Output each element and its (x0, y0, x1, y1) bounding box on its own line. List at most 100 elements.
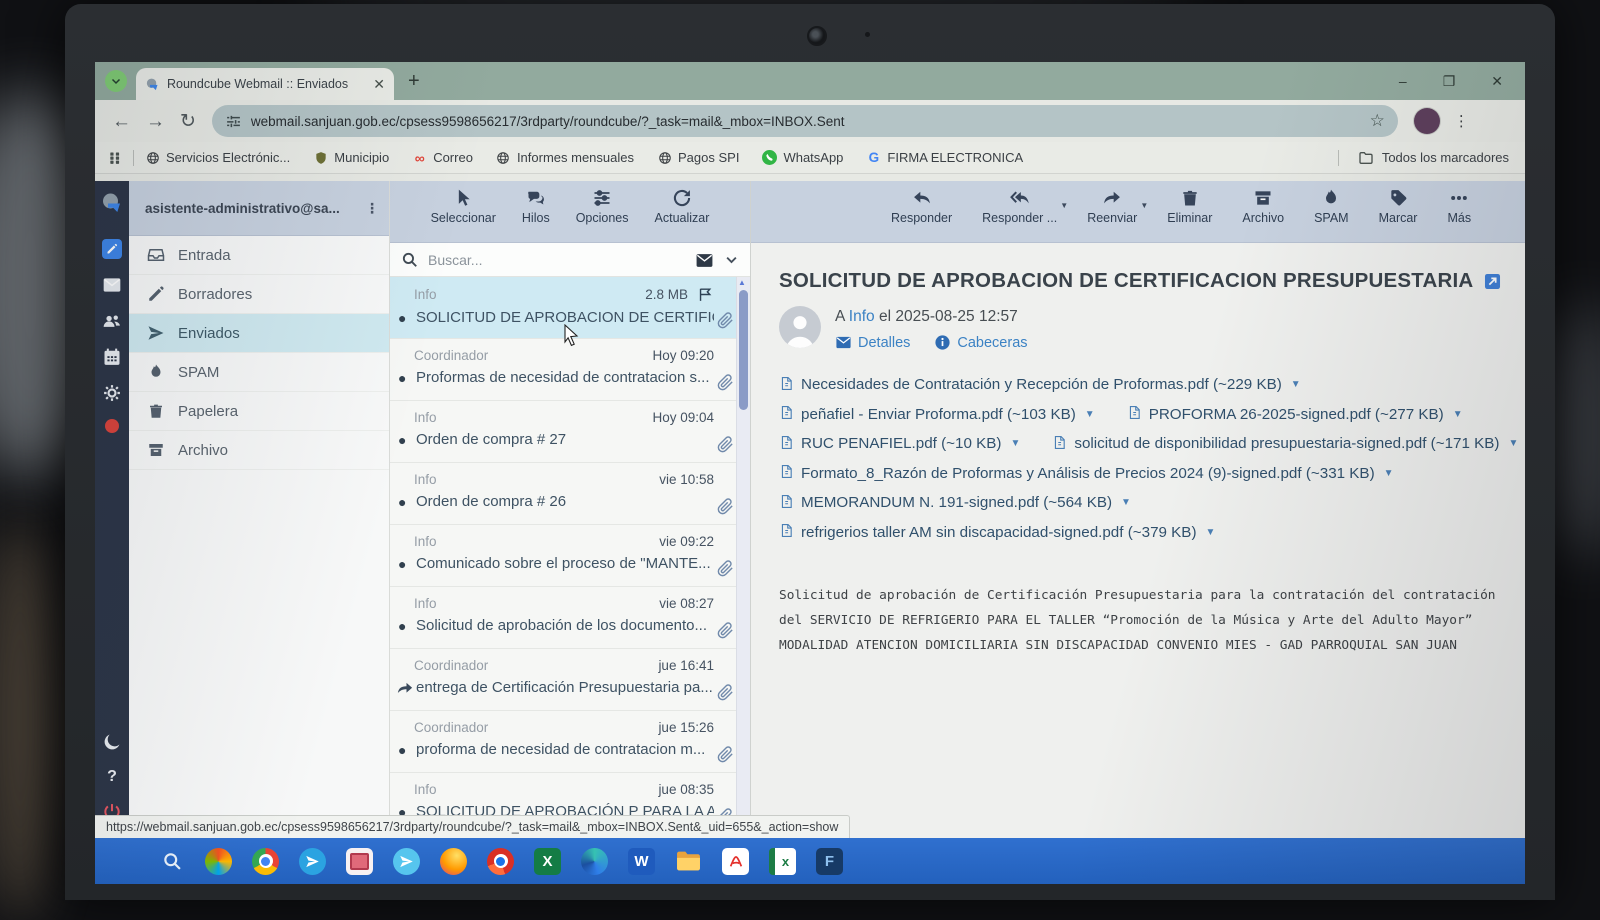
attachment-link[interactable]: RUC PENAFIEL.pdf (~10 KB)▼ (779, 435, 1020, 453)
reload-button[interactable]: ↻ (180, 112, 196, 131)
contacts-icon[interactable] (102, 311, 122, 331)
account-header[interactable]: asistente-administrativo@sa... ⋮ (129, 181, 389, 236)
sidebar-folder-spam[interactable]: SPAM (129, 353, 389, 392)
bookmark-item[interactable]: Municipio (313, 150, 389, 165)
message-row[interactable]: CoordinadorHoy 09:20●Proformas de necesi… (390, 339, 750, 401)
new-tab-button[interactable]: + (408, 70, 420, 93)
search-input[interactable] (426, 251, 687, 269)
compose-button[interactable] (102, 239, 122, 259)
back-button[interactable]: ← (112, 112, 131, 131)
close-button[interactable]: ✕ (1491, 73, 1503, 90)
caret-down-icon[interactable]: ▼ (1060, 201, 1068, 210)
browser-profile-avatar[interactable] (1414, 108, 1440, 134)
list-scrollbar[interactable]: ▲ ▼ (736, 277, 750, 838)
sidebar-folder-archivo[interactable]: Archivo (129, 431, 389, 470)
reader-button-trash[interactable]: Eliminar (1167, 188, 1212, 242)
messenger-app-icon[interactable] (393, 848, 420, 875)
attachment-link[interactable]: solicitud de disponibilidad presupuestar… (1052, 435, 1518, 453)
flag-icon[interactable] (697, 286, 714, 303)
scroll-up-icon[interactable]: ▲ (738, 278, 746, 287)
telegram-icon[interactable] (299, 848, 326, 875)
attachment-link[interactable]: MEMORANDUM N. 191-signed.pdf (~564 KB)▼ (779, 494, 1131, 512)
chrome-icon[interactable] (252, 848, 279, 875)
copilot-icon[interactable] (205, 848, 232, 875)
scrollbar-thumb[interactable] (739, 290, 748, 410)
toolbar-button-sliders[interactable]: Opciones (576, 188, 629, 242)
address-bar[interactable]: webmail.sanjuan.gob.ec/cpsess9598656217/… (212, 105, 1398, 137)
excel-icon[interactable]: X (534, 848, 561, 875)
recipient-link[interactable]: Info (849, 308, 875, 325)
word-icon[interactable]: W (628, 848, 655, 875)
attachment-menu-icon[interactable]: ▼ (1206, 527, 1216, 538)
external-link-icon[interactable] (1483, 272, 1502, 291)
browser-beta-icon[interactable] (487, 848, 514, 875)
attachment-menu-icon[interactable]: ▼ (1508, 438, 1518, 449)
minimize-button[interactable]: – (1399, 73, 1407, 89)
bookmark-item[interactable]: WhatsApp (762, 150, 843, 165)
caret-down-icon[interactable]: ▼ (1140, 201, 1148, 210)
edge-icon[interactable] (581, 848, 608, 875)
mail-scope-icon[interactable] (695, 251, 714, 268)
bookmark-item[interactable]: Servicios Electrónic... (145, 150, 290, 165)
message-row[interactable]: Infovie 08:27●Solicitud de aprobación de… (390, 587, 750, 649)
reader-button-fire[interactable]: SPAM (1314, 188, 1349, 242)
attachment-link[interactable]: PROFORMA 26-2025-signed.pdf (~277 KB)▼ (1127, 405, 1463, 423)
taskbar-search-icon[interactable] (158, 848, 185, 875)
bookmark-item[interactable]: Informes mensuales (496, 150, 634, 165)
chevron-down-icon[interactable] (724, 252, 739, 267)
all-bookmarks-button[interactable]: Todos los marcadores (1327, 150, 1509, 166)
bookmark-star-icon[interactable]: ☆ (1370, 111, 1385, 131)
browser-menu-icon[interactable]: ⋮ (1454, 114, 1469, 129)
attachment-menu-icon[interactable]: ▼ (1384, 468, 1394, 479)
attachment-link[interactable]: Formato_8_Razón de Proformas y Análisis … (779, 464, 1394, 482)
dark-mode-moon-icon[interactable] (102, 732, 122, 752)
sidebar-folder-enviados[interactable]: Enviados (129, 314, 389, 353)
attachment-menu-icon[interactable]: ▼ (1291, 379, 1301, 390)
acrobat-icon[interactable] (722, 848, 749, 875)
maximize-button[interactable]: ❐ (1443, 73, 1456, 90)
account-menu-icon[interactable]: ⋮ (365, 205, 379, 211)
settings-gear-icon[interactable] (102, 383, 122, 403)
calendar-icon[interactable] (102, 347, 122, 367)
toolbar-button-cursor[interactable]: Seleccionar (431, 188, 496, 242)
reader-button-replyall[interactable]: Responder ...▼ (982, 188, 1057, 242)
bookmark-item[interactable]: GFIRMA ELECTRONICA (866, 150, 1023, 165)
attachment-link[interactable]: refrigerios taller AM sin discapacidad-s… (779, 523, 1215, 541)
message-row[interactable]: Infovie 09:22●Comunicado sobre el proces… (390, 525, 750, 587)
tab-close-icon[interactable]: ✕ (373, 76, 385, 93)
attachment-menu-icon[interactable]: ▼ (1085, 409, 1095, 420)
reader-button-dotsh[interactable]: Más (1447, 188, 1471, 242)
sidebar-folder-entrada[interactable]: Entrada (129, 236, 389, 275)
reader-button-reply[interactable]: Responder (891, 188, 952, 242)
toolbar-button-bubbles[interactable]: Hilos (522, 188, 550, 242)
firefox-icon[interactable] (440, 848, 467, 875)
attachment-link[interactable]: Necesidades de Contratación y Recepción … (779, 376, 1301, 394)
toolbar-button-refresh[interactable]: Actualizar (655, 188, 710, 242)
site-info-icon[interactable] (225, 113, 242, 130)
f-app-icon[interactable]: F (816, 848, 843, 875)
message-row[interactable]: InfoHoy 09:04●Orden de compra # 27 (390, 401, 750, 463)
message-row[interactable]: Coordinadorjue 15:26●proforma de necesid… (390, 711, 750, 773)
sidebar-folder-borradores[interactable]: Borradores (129, 275, 389, 314)
reader-button-archive[interactable]: Archivo (1242, 188, 1284, 242)
mail-icon[interactable] (102, 275, 122, 295)
image-app-icon[interactable] (346, 848, 373, 875)
tab-search-button[interactable] (105, 70, 127, 92)
apps-grid-icon[interactable] (108, 151, 122, 165)
sidebar-folder-papelera[interactable]: Papelera (129, 392, 389, 431)
bookmark-item[interactable]: Pagos SPI (657, 150, 739, 165)
headers-link[interactable]: Cabeceras (934, 334, 1027, 351)
reader-button-forward[interactable]: Reenviar▼ (1087, 188, 1137, 242)
attachment-menu-icon[interactable]: ▼ (1010, 438, 1020, 449)
reader-button-tag[interactable]: Marcar (1379, 188, 1418, 242)
attachment-menu-icon[interactable]: ▼ (1121, 497, 1131, 508)
browser-tab[interactable]: Roundcube Webmail :: Enviados ✕ (136, 68, 394, 100)
url-text[interactable]: webmail.sanjuan.gob.ec/cpsess9598656217/… (251, 114, 1353, 129)
details-link[interactable]: Detalles (835, 334, 910, 351)
forward-button[interactable]: → (146, 112, 165, 131)
bookmark-item[interactable]: ∞Correo (412, 150, 473, 165)
start-button[interactable] (111, 848, 138, 875)
help-icon[interactable]: ? (107, 768, 117, 786)
attachment-link[interactable]: peñafiel - Enviar Proforma.pdf (~103 KB)… (779, 405, 1095, 423)
attachment-menu-icon[interactable]: ▼ (1453, 409, 1463, 420)
